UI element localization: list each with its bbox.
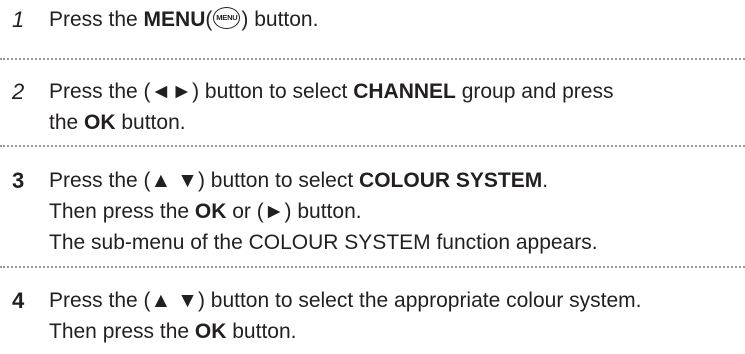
step-text: Press the (▲ ▼) button to select the app… [49,285,739,347]
text-run: Press the (◄►) button to select [49,80,354,103]
step-number: 1 [12,7,25,32]
text-run: or (►) button. [226,200,362,223]
text-run: the [49,111,85,134]
step-number: 3 [12,168,25,193]
bold-term: OK [84,111,116,134]
text-run: ( [205,8,213,31]
step-line: Then press the OK or (►) button. [49,196,739,227]
step-line: the OK button. [49,107,739,138]
step-number: 2 [12,79,25,104]
dotted-divider [0,266,745,268]
step-line: The sub-menu of the COLOUR SYSTEM functi… [49,227,739,258]
step-number: 4 [12,288,25,313]
text-run: The sub-menu of the COLOUR SYSTEM functi… [49,231,598,254]
text-run: Then press the [49,200,195,223]
text-run: button. [115,111,186,134]
bold-term: COLOUR SYSTEM [359,169,543,192]
bold-term: OK [194,320,227,343]
text-run: group and press [455,80,614,103]
step-line: Press the MENU(MENU) button. [49,4,739,35]
step-line: Press the (▲ ▼) button to select COLOUR … [49,165,739,196]
step-line: Press the (◄►) button to select CHANNEL … [49,76,739,107]
step-text: Press the MENU(MENU) button. [49,4,739,35]
step-text: Press the (▲ ▼) button to select COLOUR … [49,165,739,258]
step-line: Press the (▲ ▼) button to select the app… [49,285,739,316]
dotted-divider [0,58,745,60]
menu-button-icon: MENU [213,7,241,30]
text-run: ) button. [241,8,319,31]
step-line: Then press the OK button. [49,316,739,347]
step-text: Press the (◄►) button to select CHANNEL … [49,76,739,138]
dotted-divider [0,145,745,147]
text-run: Press the (▲ ▼) button to select [49,169,360,192]
text-run: Press the (▲ ▼) button to select the app… [49,289,642,312]
bold-term: OK [194,200,227,223]
text-run: Press the [49,8,144,31]
bold-term: MENU [143,8,206,31]
bold-term: CHANNEL [353,80,456,103]
text-run: button. [226,320,297,343]
text-run: Then press the [49,320,195,343]
text-run: . [542,169,549,192]
